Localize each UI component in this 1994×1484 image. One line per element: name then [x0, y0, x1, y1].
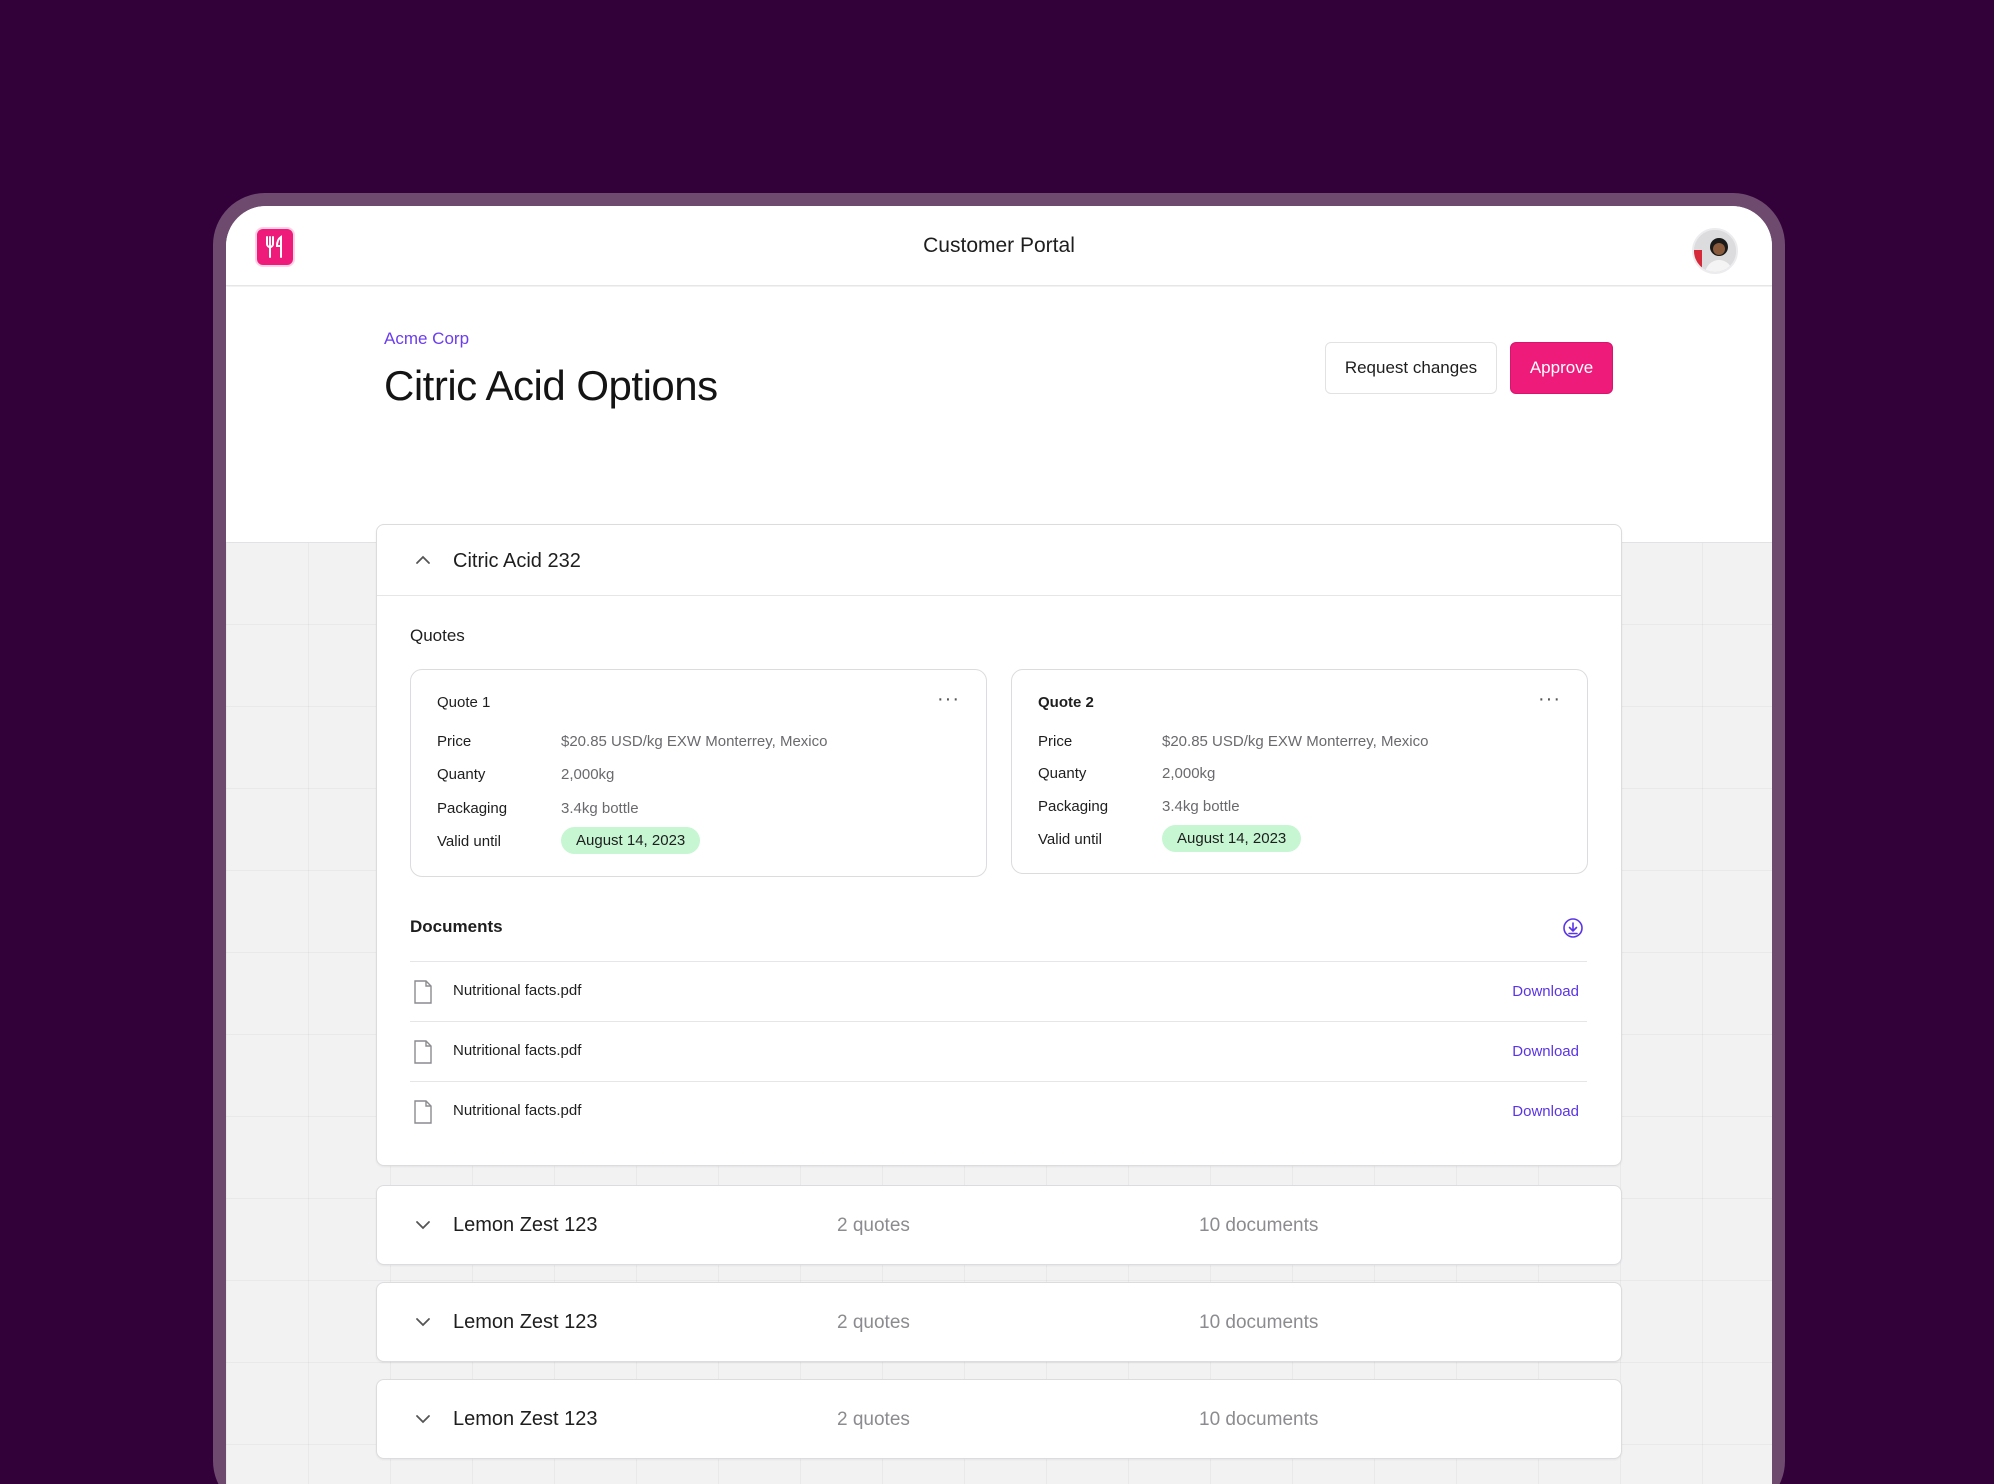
download-link[interactable]: Download: [1512, 983, 1579, 1000]
quote-value-price: $20.85 USD/kg EXW Monterrey, Mexico: [1162, 733, 1429, 750]
quote-label-price: Price: [437, 733, 472, 750]
product-name: Lemon Zest 123: [453, 1408, 598, 1430]
quote-title: Quote 2: [1038, 694, 1094, 711]
quote-label-quantity: Quanty: [437, 766, 486, 783]
quotes-count: 2 quotes: [837, 1215, 910, 1236]
file-icon: [414, 1100, 432, 1124]
product-name: Lemon Zest 123: [453, 1214, 598, 1236]
chevron-down-icon[interactable]: [413, 1215, 433, 1235]
page-title: Citric Acid Options: [384, 362, 718, 409]
document-name: Nutritional facts.pdf: [453, 982, 582, 999]
product-panel-collapsed[interactable]: Lemon Zest 123 2 quotes 10 documents: [376, 1282, 1622, 1362]
download-link[interactable]: Download: [1512, 1103, 1579, 1120]
chevron-down-icon[interactable]: [413, 1312, 433, 1332]
request-changes-button[interactable]: Request changes: [1325, 342, 1497, 394]
product-name: Citric Acid 232: [453, 550, 581, 572]
quote-label-packaging: Packaging: [1038, 798, 1109, 815]
quote-card: Quote 1 ··· Price $20.85 USD/kg EXW Mont…: [410, 669, 987, 877]
quote-value-packaging: 3.4kg bottle: [1162, 798, 1240, 815]
quote-value-quantity: 2,000kg: [561, 766, 615, 783]
user-avatar[interactable]: [1692, 228, 1738, 274]
quote-title: Quote 1: [437, 694, 491, 711]
quote-label-quantity: Quanty: [1038, 765, 1087, 782]
quote-value-price: $20.85 USD/kg EXW Monterrey, Mexico: [561, 733, 828, 750]
product-panel-expanded: Citric Acid 232 Quotes Quote 1 ··· Price…: [376, 524, 1622, 1166]
more-options-icon[interactable]: ···: [937, 688, 960, 711]
chevron-down-icon[interactable]: [413, 1409, 433, 1429]
quotes-count: 2 quotes: [837, 1409, 910, 1430]
top-bar: Customer Portal: [226, 206, 1772, 286]
approve-button[interactable]: Approve: [1510, 342, 1613, 394]
quote-card: Quote 2 ··· Price $20.85 USD/kg EXW Mont…: [1011, 669, 1588, 874]
document-row: Nutritional facts.pdf Download: [410, 961, 1587, 1021]
more-options-icon[interactable]: ···: [1538, 688, 1561, 711]
cloud-download-icon[interactable]: [1562, 917, 1584, 939]
portal-title: Customer Portal: [923, 234, 1075, 257]
quotes-count: 2 quotes: [837, 1312, 910, 1333]
quote-label-packaging: Packaging: [437, 800, 508, 817]
product-panel-collapsed[interactable]: Lemon Zest 123 2 quotes 10 documents: [376, 1379, 1622, 1459]
documents-count: 10 documents: [1199, 1312, 1319, 1333]
documents-heading: Documents: [410, 917, 503, 936]
file-icon: [414, 980, 432, 1004]
quote-label-price: Price: [1038, 733, 1073, 750]
document-row: Nutritional facts.pdf Download: [410, 1081, 1587, 1141]
quote-value-packaging: 3.4kg bottle: [561, 800, 639, 817]
download-link[interactable]: Download: [1512, 1043, 1579, 1060]
quote-value-quantity: 2,000kg: [1162, 765, 1216, 782]
product-panel-collapsed[interactable]: Lemon Zest 123 2 quotes 10 documents: [376, 1185, 1622, 1265]
document-name: Nutritional facts.pdf: [453, 1042, 582, 1059]
file-icon: [414, 1040, 432, 1064]
product-panel-header[interactable]: Citric Acid 232: [377, 525, 1621, 596]
valid-until-badge: August 14, 2023: [561, 827, 701, 854]
page-header: Acme Corp Citric Acid Options Request ch…: [226, 287, 1772, 543]
breadcrumb-company[interactable]: Acme Corp: [384, 329, 469, 349]
quote-label-valid-until: Valid until: [1038, 831, 1102, 848]
app-screen: Customer Portal Acme Corp Citric Acid Op…: [226, 206, 1772, 1484]
avatar-image: [1694, 230, 1736, 272]
quotes-heading: Quotes: [410, 626, 465, 645]
device-frame: Customer Portal Acme Corp Citric Acid Op…: [213, 193, 1785, 1484]
documents-count: 10 documents: [1199, 1409, 1319, 1430]
documents-count: 10 documents: [1199, 1215, 1319, 1236]
document-name: Nutritional facts.pdf: [453, 1102, 582, 1119]
document-row: Nutritional facts.pdf Download: [410, 1021, 1587, 1081]
quote-label-valid-until: Valid until: [437, 833, 501, 850]
valid-until-badge: August 14, 2023: [1162, 825, 1302, 852]
product-name: Lemon Zest 123: [453, 1311, 598, 1333]
chevron-up-icon[interactable]: [413, 550, 433, 570]
